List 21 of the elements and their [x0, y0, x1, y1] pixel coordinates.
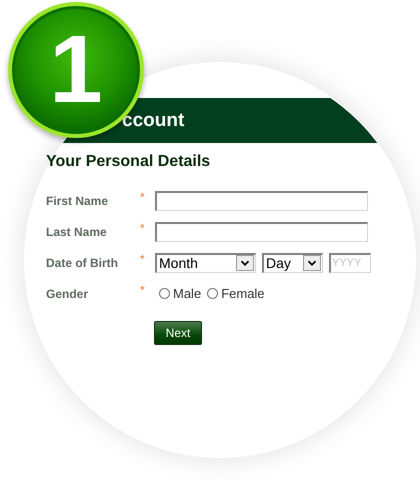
- step-number: 1: [49, 22, 103, 118]
- gender-radio[interactable]: Male: [159, 286, 202, 301]
- header-title: ccount: [122, 110, 184, 132]
- section-title: Your Personal Details: [46, 153, 212, 171]
- required-mark: *: [140, 283, 146, 297]
- year-field[interactable]: YYYY: [329, 252, 371, 272]
- text-field[interactable]: [155, 190, 368, 210]
- gender-radio[interactable]: Female: [207, 286, 265, 301]
- day-select[interactable]: Day: [262, 252, 323, 272]
- field-label: Gender: [46, 286, 90, 300]
- required-mark: *: [140, 190, 146, 204]
- caret-icon: [236, 255, 254, 271]
- month-select[interactable]: Month: [155, 252, 256, 272]
- field-label: Last Name: [46, 224, 108, 238]
- caret-icon: [303, 255, 321, 271]
- field-label: Date of Birth: [46, 256, 119, 270]
- next-button[interactable]: Next: [154, 321, 202, 345]
- required-mark: *: [140, 221, 146, 235]
- field-label: First Name: [46, 194, 110, 208]
- required-mark: *: [140, 252, 146, 266]
- text-field[interactable]: [155, 222, 368, 242]
